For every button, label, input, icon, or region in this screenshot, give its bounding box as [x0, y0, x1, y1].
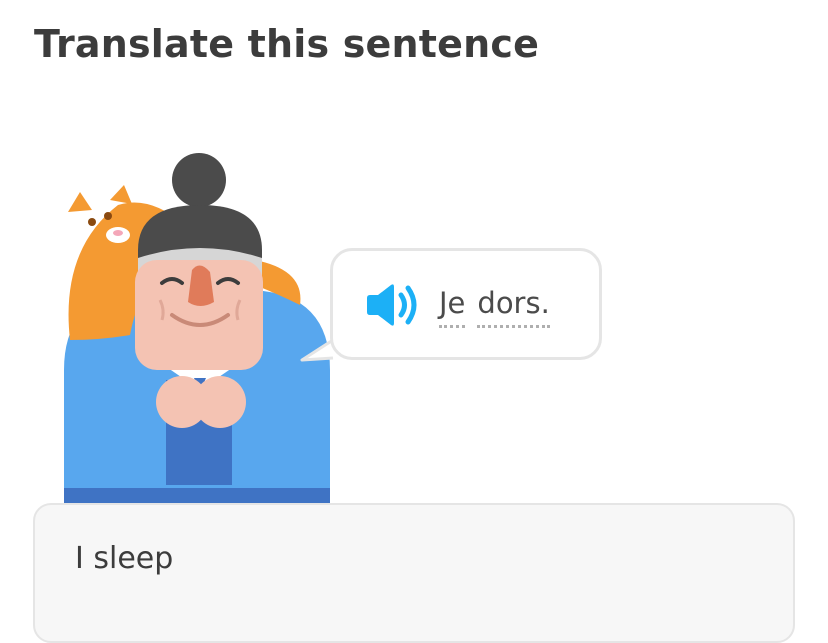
prompt-word[interactable]: Je: [439, 285, 466, 328]
prompt-phrase: Je dors.: [439, 285, 550, 328]
speech-bubble: Je dors.: [330, 248, 602, 360]
answer-text[interactable]: I sleep: [75, 541, 755, 576]
character-illustration: [64, 153, 330, 510]
answer-textarea[interactable]: I sleep: [33, 503, 795, 643]
page-title: Translate this sentence: [34, 22, 540, 66]
hair-bun: [172, 153, 226, 207]
prompt-word[interactable]: dors.: [477, 285, 550, 328]
speaker-icon[interactable]: [363, 283, 419, 327]
